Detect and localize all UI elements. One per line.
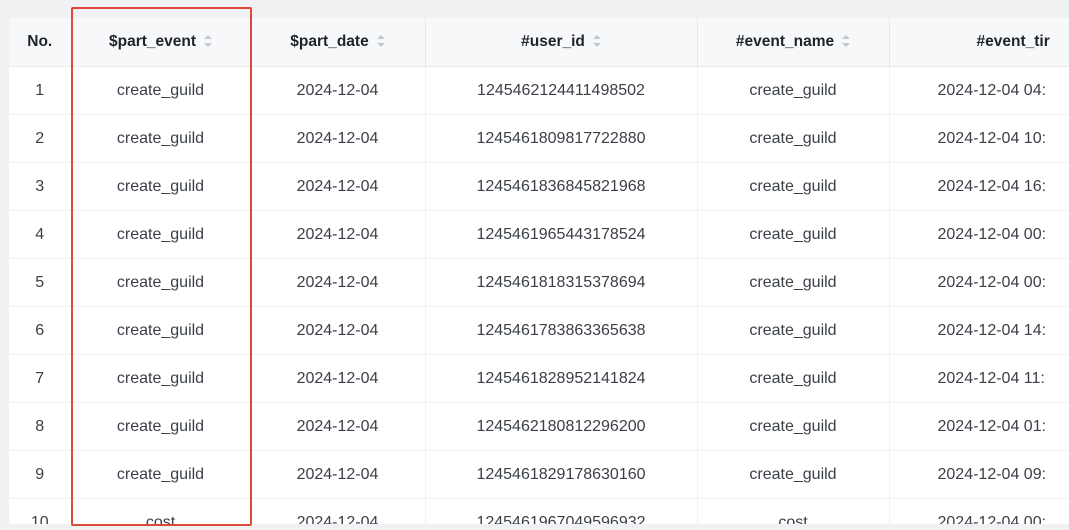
cell-user-id: 1245462180812296200 [425,402,698,451]
cell-part-event: cost [71,498,251,524]
cell-no: 8 [9,402,72,451]
cell-user-id: 1245461828952141824 [425,354,698,403]
cell-part-event: create_guild [71,258,251,307]
cell-event-name: create_guild [697,306,890,355]
table-row[interactable]: 3 create_guild 2024-12-04 12454618368458219… [9,162,1069,211]
cell-part-event: create_guild [71,66,251,115]
cell-no: 10 [9,498,72,524]
cell-no: 7 [9,354,72,403]
cell-event-name: create_guild [697,402,890,451]
cell-no: 4 [9,210,72,259]
cell-part-date: 2024-12-04 [250,210,426,259]
cell-user-id: 1245461967049596932 [425,498,698,524]
table-row[interactable]: 8 create_guild 2024-12-04 12454621808122962… [9,402,1069,451]
cell-event-time: 2024-12-04 11: [889,354,1069,403]
cell-event-time: 2024-12-04 00: [889,210,1069,259]
cell-part-date: 2024-12-04 [250,258,426,307]
column-header-label: #event_tir [976,33,1050,50]
cell-part-event: create_guild [71,114,251,163]
cell-part-date: 2024-12-04 [250,498,426,524]
cell-event-time: 2024-12-04 00: [889,498,1069,524]
cell-event-time: 2024-12-04 10: [889,114,1069,163]
cell-event-name: create_guild [697,258,890,307]
cell-event-time: 2024-12-04 01: [889,402,1069,451]
cell-event-name: create_guild [697,210,890,259]
table-row[interactable]: 4 create_guild 2024-12-04 12454619654431785… [9,210,1069,259]
cell-part-date: 2024-12-04 [250,306,426,355]
cell-part-event: create_guild [71,306,251,355]
column-header-label: $part_date [290,33,369,50]
cell-user-id: 1245461836845821968 [425,162,698,211]
table-row[interactable]: 7 create_guild 2024-12-04 12454618289521418… [9,354,1069,403]
cell-event-name: create_guild [697,162,890,211]
column-header-event-name[interactable]: #event_name [697,18,890,67]
table-row[interactable]: 10 cost 2024-12-04 1245461967049596932 cost 2… [9,498,1069,524]
cell-event-time: 2024-12-04 09: [889,450,1069,499]
data-table-panel: No. $part_event $part_date #user_id #eve… [9,18,1069,524]
cell-part-date: 2024-12-04 [250,114,426,163]
cell-part-event: create_guild [71,402,251,451]
cell-no: 3 [9,162,72,211]
cell-event-name: cost [697,498,890,524]
column-header-no: No. [9,18,72,67]
column-header-event-time[interactable]: #event_tir [889,18,1069,67]
column-header-part-date[interactable]: $part_date [250,18,426,67]
cell-event-time: 2024-12-04 16: [889,162,1069,211]
cell-part-date: 2024-12-04 [250,162,426,211]
cell-user-id: 1245461818315378694 [425,258,698,307]
sort-icon[interactable] [842,35,851,47]
cell-no: 9 [9,450,72,499]
table-body: 1 create_guild 2024-12-04 12454621244114985… [9,66,1069,524]
table-row[interactable]: 2 create_guild 2024-12-04 12454618098177228… [9,114,1069,163]
cell-no: 1 [9,66,72,115]
column-header-user-id[interactable]: #user_id [425,18,698,67]
column-header-label: #user_id [521,33,585,50]
cell-user-id: 1245461783863365638 [425,306,698,355]
cell-no: 2 [9,114,72,163]
cell-no: 6 [9,306,72,355]
cell-event-name: create_guild [697,354,890,403]
cell-event-name: create_guild [697,66,890,115]
cell-part-event: create_guild [71,450,251,499]
sort-icon[interactable] [592,35,601,47]
table-header-row: No. $part_event $part_date #user_id #eve… [9,18,1069,67]
cell-user-id: 1245461809817722880 [425,114,698,163]
table-row[interactable]: 9 create_guild 2024-12-04 12454618291786301… [9,450,1069,499]
cell-event-time: 2024-12-04 14: [889,306,1069,355]
table-row[interactable]: 5 create_guild 2024-12-04 12454618183153786… [9,258,1069,307]
column-header-part-event[interactable]: $part_event [71,18,251,67]
event-data-table: No. $part_event $part_date #user_id #eve… [9,18,1069,524]
table-row[interactable]: 6 create_guild 2024-12-04 12454617838633656… [9,306,1069,355]
column-header-label: #event_name [735,33,835,50]
cell-user-id: 1245461965443178524 [425,210,698,259]
cell-part-date: 2024-12-04 [250,450,426,499]
column-header-label: $part_event [108,33,196,50]
sort-icon[interactable] [376,35,385,47]
cell-part-event: create_guild [71,162,251,211]
cell-user-id: 1245462124411498502 [425,66,698,115]
cell-part-date: 2024-12-04 [250,354,426,403]
cell-event-name: create_guild [697,114,890,163]
cell-part-event: create_guild [71,354,251,403]
column-header-label: No. [27,33,53,50]
cell-part-date: 2024-12-04 [250,402,426,451]
table-row[interactable]: 1 create_guild 2024-12-04 12454621244114985… [9,66,1069,115]
sort-icon[interactable] [204,35,212,47]
cell-event-time: 2024-12-04 04: [889,66,1069,115]
cell-user-id: 1245461829178630160 [425,450,698,499]
cell-no: 5 [9,258,72,307]
cell-event-time: 2024-12-04 00: [889,258,1069,307]
cell-part-event: create_guild [71,210,251,259]
cell-event-name: create_guild [697,450,890,499]
cell-part-date: 2024-12-04 [250,66,426,115]
